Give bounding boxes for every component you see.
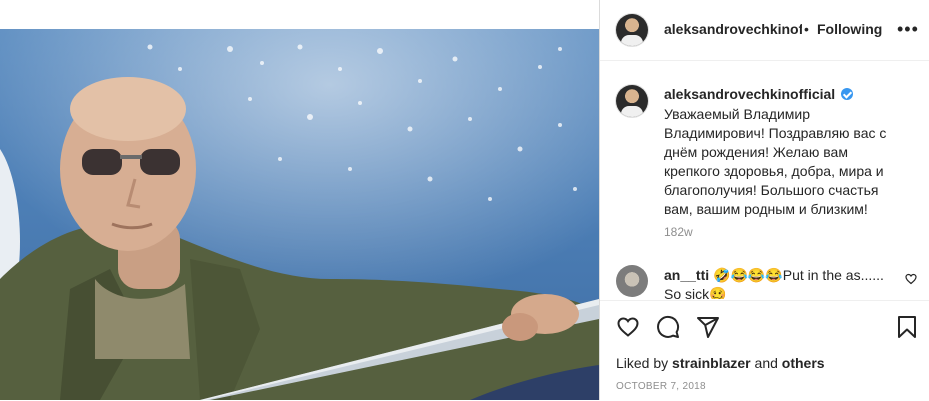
post-actions: Liked by strainblazer and others OCTOBER… bbox=[600, 300, 929, 401]
following-button[interactable]: Following bbox=[817, 21, 882, 37]
caption-avatar[interactable] bbox=[616, 85, 648, 117]
caption-username[interactable]: aleksandrovechkinofficial bbox=[664, 86, 835, 102]
comments-section[interactable]: aleksandrovechkinofficial Уважаемый Влад… bbox=[600, 61, 929, 299]
verified-badge-icon bbox=[841, 88, 853, 100]
post-date[interactable]: OCTOBER 7, 2018 bbox=[616, 381, 706, 392]
caption-time-ago[interactable]: 182w bbox=[664, 225, 693, 239]
comment-icon[interactable] bbox=[656, 315, 680, 339]
liked-others[interactable]: others bbox=[782, 355, 825, 371]
post-photo-illustration bbox=[0, 29, 599, 400]
post-side-panel: aleksandrovechkinof • Following ••• alek… bbox=[600, 0, 929, 400]
liked-user[interactable]: strainblazer bbox=[672, 355, 751, 371]
post-header: aleksandrovechkinof • Following ••• bbox=[600, 0, 929, 61]
author-avatar[interactable] bbox=[616, 14, 648, 46]
liked-and: and bbox=[754, 355, 778, 371]
comment-like-heart-icon[interactable] bbox=[905, 273, 917, 285]
header-separator: • bbox=[804, 21, 809, 37]
share-icon[interactable] bbox=[696, 315, 720, 339]
caption-text: Уважаемый Владимир Владимирович! Поздрав… bbox=[664, 106, 887, 217]
comment-item: an__tti 🤣😂😂😂Put in the as...... So sick🥴 bbox=[664, 266, 894, 299]
liked-prefix: Liked by bbox=[616, 355, 669, 371]
post-photo[interactable] bbox=[0, 29, 599, 400]
bookmark-icon[interactable] bbox=[896, 315, 918, 339]
commenter-avatar[interactable] bbox=[616, 265, 648, 297]
commenter-username[interactable]: an__tti bbox=[664, 267, 709, 283]
author-username[interactable]: aleksandrovechkinof bbox=[664, 21, 802, 37]
more-horizontal-icon[interactable]: ••• bbox=[897, 20, 919, 38]
top-strip bbox=[0, 0, 599, 29]
likes-summary: Liked by strainblazer and others bbox=[616, 355, 825, 371]
heart-outline-icon[interactable] bbox=[616, 315, 640, 339]
